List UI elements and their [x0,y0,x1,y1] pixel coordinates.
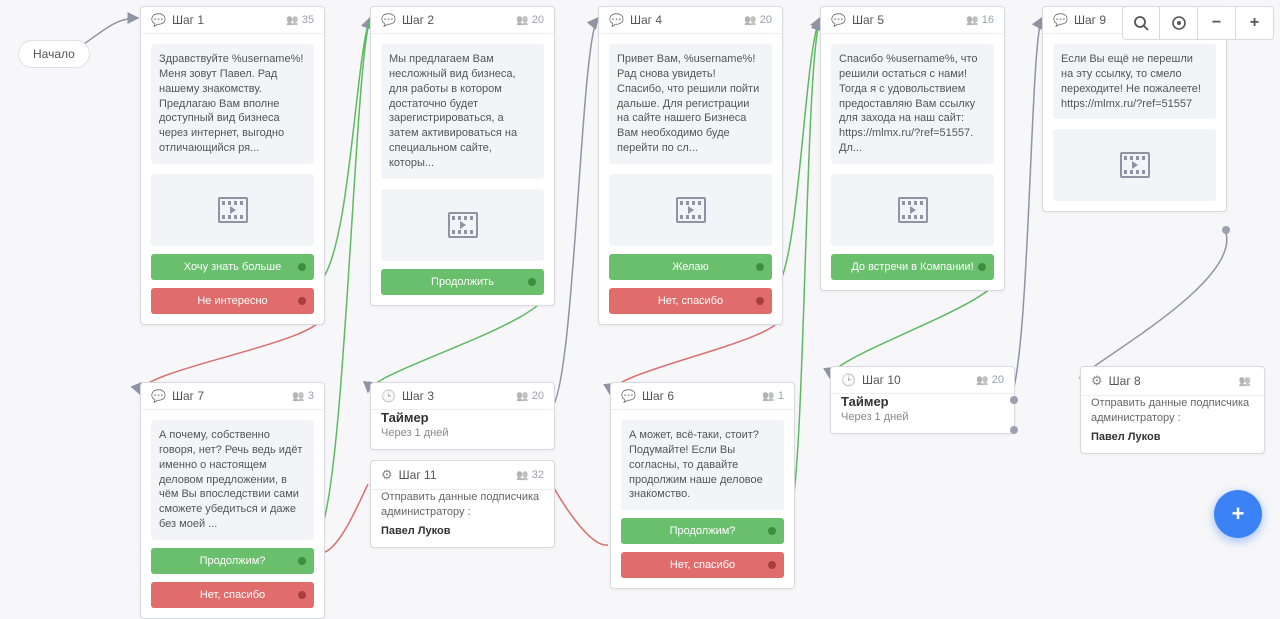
center-button[interactable] [1160,6,1198,40]
node-step-11-admin[interactable]: Шаг 11 32 Отправить данные подписчика ад… [370,460,555,548]
node-title: Шаг 5 [852,13,960,27]
search-button[interactable] [1122,6,1160,40]
node-title: Шаг 11 [399,468,511,482]
subscriber-count: 20 [976,374,1004,386]
media-placeholder [1053,129,1216,201]
node-title: Шаг 2 [402,13,510,27]
btn-continue-q[interactable]: Продолжим? [621,518,784,544]
chat-icon [151,389,166,403]
admin-name: Павел Луков [371,525,554,547]
chat-icon [609,13,624,27]
btn-continue-q[interactable]: Продолжим? [151,548,314,574]
gear-icon [1091,373,1103,389]
subscriber-count: 35 [286,14,314,26]
gear-icon [381,467,393,483]
start-label: Начало [33,47,75,61]
admin-text: Отправить данные подписчика администрато… [371,490,554,525]
media-placeholder [151,174,314,246]
target-icon [1171,15,1187,31]
node-step-6[interactable]: Шаг 6 1 А может, всё-таки, стоит? Подума… [610,382,795,589]
node-step-7[interactable]: Шаг 7 3 А почему, собственно говоря, нет… [140,382,325,619]
admin-text: Отправить данные подписчика администрато… [1081,396,1264,431]
node-step-8-admin[interactable]: Шаг 8 Отправить данные подписчика админи… [1080,366,1265,454]
zoom-toolbar: − + [1122,6,1274,40]
film-icon [676,197,706,223]
start-node[interactable]: Начало [18,40,90,68]
btn-see-you[interactable]: До встречи в Компании! [831,254,994,280]
message-text: Привет Вам, %username%! Рад снова увидет… [609,44,772,164]
subscriber-count: 20 [744,14,772,26]
media-placeholder [381,189,544,261]
subscriber-count: 20 [516,14,544,26]
film-icon [898,197,928,223]
subscriber-count: 20 [516,390,544,402]
timer-title: Таймер [831,394,1014,411]
media-placeholder [609,174,772,246]
node-title: Шаг 8 [1109,374,1233,388]
node-step-10-timer[interactable]: Шаг 10 20 Таймер Через 1 дней [830,366,1015,434]
message-text: Здравствуйте %username%! Меня зовут Паве… [151,44,314,164]
chat-icon [151,13,166,27]
chat-icon [381,13,396,27]
media-placeholder [831,174,994,246]
film-icon [448,212,478,238]
out-port[interactable] [1010,426,1018,434]
plus-icon: + [1250,14,1259,32]
clock-icon [381,389,396,403]
node-title: Шаг 7 [172,389,286,403]
node-step-4[interactable]: Шаг 4 20 Привет Вам, %username%! Рад сно… [598,6,783,325]
flow-canvas[interactable]: Начало Шаг 1 35 Здравствуйте %username%!… [0,0,1280,556]
out-port[interactable] [1010,396,1018,404]
node-title: Шаг 3 [402,389,510,403]
timer-title: Таймер [371,410,554,427]
plus-icon: + [1232,501,1245,527]
btn-wish[interactable]: Желаю [609,254,772,280]
clock-icon [841,373,856,387]
timer-sub: Через 1 дней [371,427,554,449]
search-icon [1133,15,1149,31]
subscriber-count: 1 [762,390,784,402]
film-icon [218,197,248,223]
add-step-fab[interactable]: + [1214,490,1262,538]
zoom-in-button[interactable]: + [1236,6,1274,40]
node-step-5[interactable]: Шаг 5 16 Спасибо %username%, что решили … [820,6,1005,291]
node-title: Шаг 4 [630,13,738,27]
node-title: Шаг 10 [862,373,970,387]
node-step-3-timer[interactable]: Шаг 3 20 Таймер Через 1 дней [370,382,555,450]
subscriber-count: 3 [292,390,314,402]
film-icon [1120,152,1150,178]
node-step-1[interactable]: Шаг 1 35 Здравствуйте %username%! Меня з… [140,6,325,325]
chat-icon [1053,13,1068,27]
chat-icon [831,13,846,27]
message-text: Если Вы ещё не перешли на эту ссылку, то… [1053,44,1216,119]
node-title: Шаг 6 [642,389,756,403]
chat-icon [621,389,636,403]
subscriber-count [1239,375,1254,387]
node-step-2[interactable]: Шаг 2 20 Мы предлагаем Вам несложный вид… [370,6,555,306]
minus-icon: − [1212,14,1221,32]
message-text: Спасибо %username%, что решили остаться … [831,44,994,164]
out-port[interactable] [1222,226,1230,234]
message-text: А может, всё-таки, стоит? Подумайте! Есл… [621,420,784,510]
node-title: Шаг 1 [172,13,280,27]
message-text: Мы предлагаем Вам несложный вид бизнеса,… [381,44,544,179]
btn-no-thanks[interactable]: Нет, спасибо [609,288,772,314]
admin-name: Павел Луков [1081,431,1264,453]
btn-continue[interactable]: Продолжить [381,269,544,295]
btn-no-thanks[interactable]: Нет, спасибо [151,582,314,608]
btn-want-more[interactable]: Хочу знать больше [151,254,314,280]
zoom-out-button[interactable]: − [1198,6,1236,40]
btn-not-interested[interactable]: Не интересно [151,288,314,314]
subscriber-count: 16 [966,14,994,26]
message-text: А почему, собственно говоря, нет? Речь в… [151,420,314,540]
btn-no-thanks[interactable]: Нет, спасибо [621,552,784,578]
subscriber-count: 32 [516,469,544,481]
timer-sub: Через 1 дней [831,411,1014,433]
